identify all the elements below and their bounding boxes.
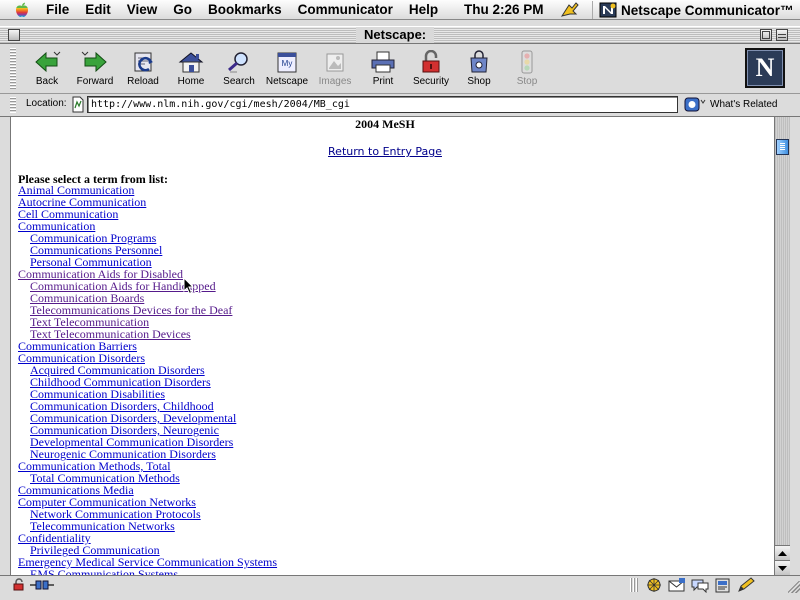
component-bar-grip[interactable] bbox=[630, 578, 638, 592]
mail-component-icon[interactable] bbox=[667, 577, 687, 593]
location-bar: Location: http://www.nlm.nih.gov/cgi/mes… bbox=[0, 94, 800, 117]
reload-button[interactable]: Reload bbox=[119, 50, 167, 92]
window-title: Netscape: bbox=[356, 27, 435, 43]
component-bar bbox=[644, 577, 759, 593]
forward-button-label: Forward bbox=[76, 76, 114, 87]
application-menu-label: Netscape Communicator™ bbox=[621, 2, 794, 18]
security-status-lock-icon[interactable] bbox=[12, 578, 26, 591]
page-title: 2004 MeSH bbox=[355, 117, 415, 131]
security-button[interactable]: Security bbox=[407, 50, 455, 92]
term-link[interactable]: EMS Communication Systems bbox=[30, 567, 178, 575]
forward-arrow-icon bbox=[81, 51, 107, 73]
location-bar-collapse-tab[interactable] bbox=[10, 97, 16, 113]
forward-button[interactable]: Forward bbox=[71, 50, 119, 92]
collapse-box[interactable] bbox=[776, 29, 788, 41]
apple-icon[interactable] bbox=[14, 2, 30, 18]
search-button[interactable]: Search bbox=[215, 50, 263, 92]
page-proxy-icon[interactable] bbox=[71, 96, 85, 113]
stop-light-icon bbox=[521, 50, 533, 74]
stop-button[interactable]: Stop bbox=[503, 50, 551, 92]
back-button[interactable]: Back bbox=[23, 50, 71, 92]
navigator-component-icon[interactable] bbox=[644, 577, 664, 593]
whats-related-icon bbox=[684, 97, 706, 112]
return-link-container: Return to Entry Page bbox=[11, 145, 759, 158]
menu-clock[interactable]: Thu 2:26 PM bbox=[464, 2, 544, 17]
menu-view[interactable]: View bbox=[119, 2, 166, 17]
scroll-down-arrow[interactable] bbox=[775, 560, 790, 575]
script-menu-icon[interactable] bbox=[560, 2, 580, 18]
security-button-label: Security bbox=[412, 76, 450, 87]
window-resize-grip[interactable] bbox=[788, 581, 800, 593]
menu-bookmarks[interactable]: Bookmarks bbox=[200, 2, 290, 17]
connection-status-icon bbox=[30, 580, 54, 590]
toolbar-collapse-tab[interactable] bbox=[10, 48, 16, 90]
whats-related-button[interactable]: What's Related bbox=[684, 96, 778, 113]
stop-button-label: Stop bbox=[516, 76, 538, 87]
images-button-label: Images bbox=[318, 76, 352, 87]
svg-text:My: My bbox=[282, 59, 293, 68]
discussion-component-icon[interactable] bbox=[690, 577, 710, 593]
page-content[interactable]: 2004 MeSH Return to Entry Page Please se… bbox=[10, 117, 774, 575]
address-book-component-icon[interactable] bbox=[713, 577, 733, 593]
menu-file[interactable]: File bbox=[38, 2, 77, 17]
netscape-app-icon bbox=[599, 2, 617, 18]
whats-related-label: What's Related bbox=[710, 99, 778, 110]
print-button[interactable]: Print bbox=[359, 50, 407, 92]
window-title-bar[interactable]: Netscape: bbox=[0, 26, 800, 44]
composer-component-icon[interactable] bbox=[736, 577, 756, 593]
home-button[interactable]: Home bbox=[167, 50, 215, 92]
images-button[interactable]: Images bbox=[311, 50, 359, 92]
netscape-throbber-logo[interactable]: N bbox=[745, 48, 785, 88]
my-netscape-icon: My bbox=[277, 52, 297, 73]
back-arrow-icon bbox=[35, 51, 61, 73]
menu-help[interactable]: Help bbox=[401, 2, 446, 17]
shop-button-label: Shop bbox=[467, 76, 491, 87]
home-button-label: Home bbox=[177, 76, 205, 87]
menu-communicator[interactable]: Communicator bbox=[290, 2, 401, 17]
print-button-label: Print bbox=[372, 76, 394, 87]
search-icon bbox=[228, 52, 248, 73]
menu-bar: File Edit View Go Bookmarks Communicator… bbox=[0, 0, 800, 20]
reload-icon bbox=[134, 52, 153, 72]
netscape-button[interactable]: My Netscape bbox=[263, 50, 311, 92]
shopping-bag-icon bbox=[470, 50, 488, 73]
vertical-scrollbar[interactable] bbox=[774, 117, 790, 575]
close-box[interactable] bbox=[8, 29, 20, 41]
term-list-item: EMS Communication Systems bbox=[18, 568, 277, 575]
menu-go[interactable]: Go bbox=[165, 2, 200, 17]
netscape-button-label: Netscape bbox=[265, 76, 309, 87]
application-menu[interactable]: Netscape Communicator™ bbox=[592, 1, 794, 19]
menu-edit[interactable]: Edit bbox=[77, 2, 119, 17]
zoom-box[interactable] bbox=[760, 29, 772, 41]
return-to-entry-link[interactable]: Return to Entry Page bbox=[328, 145, 442, 158]
navigation-toolbar: Back Forward Reload Home Search My Netsc… bbox=[0, 44, 800, 94]
scrollbar-thumb[interactable] bbox=[776, 139, 789, 155]
printer-icon bbox=[371, 51, 395, 73]
home-icon bbox=[178, 52, 204, 73]
search-button-label: Search bbox=[223, 76, 255, 87]
url-input[interactable]: http://www.nlm.nih.gov/cgi/mesh/2004/MB_… bbox=[87, 96, 678, 113]
up-arrow-icon bbox=[778, 551, 787, 556]
shop-button[interactable]: Shop bbox=[455, 50, 503, 92]
location-label: Location: bbox=[26, 98, 67, 109]
back-button-label: Back bbox=[35, 76, 59, 87]
term-list: Animal Communication Autocrine Communicat… bbox=[18, 184, 277, 575]
down-arrow-icon bbox=[778, 566, 787, 571]
images-icon bbox=[326, 53, 344, 72]
scroll-up-arrow[interactable] bbox=[775, 545, 790, 560]
security-lock-icon bbox=[422, 50, 440, 73]
status-bar bbox=[0, 575, 800, 593]
mouse-cursor-icon bbox=[183, 277, 195, 295]
reload-button-label: Reload bbox=[127, 76, 159, 87]
